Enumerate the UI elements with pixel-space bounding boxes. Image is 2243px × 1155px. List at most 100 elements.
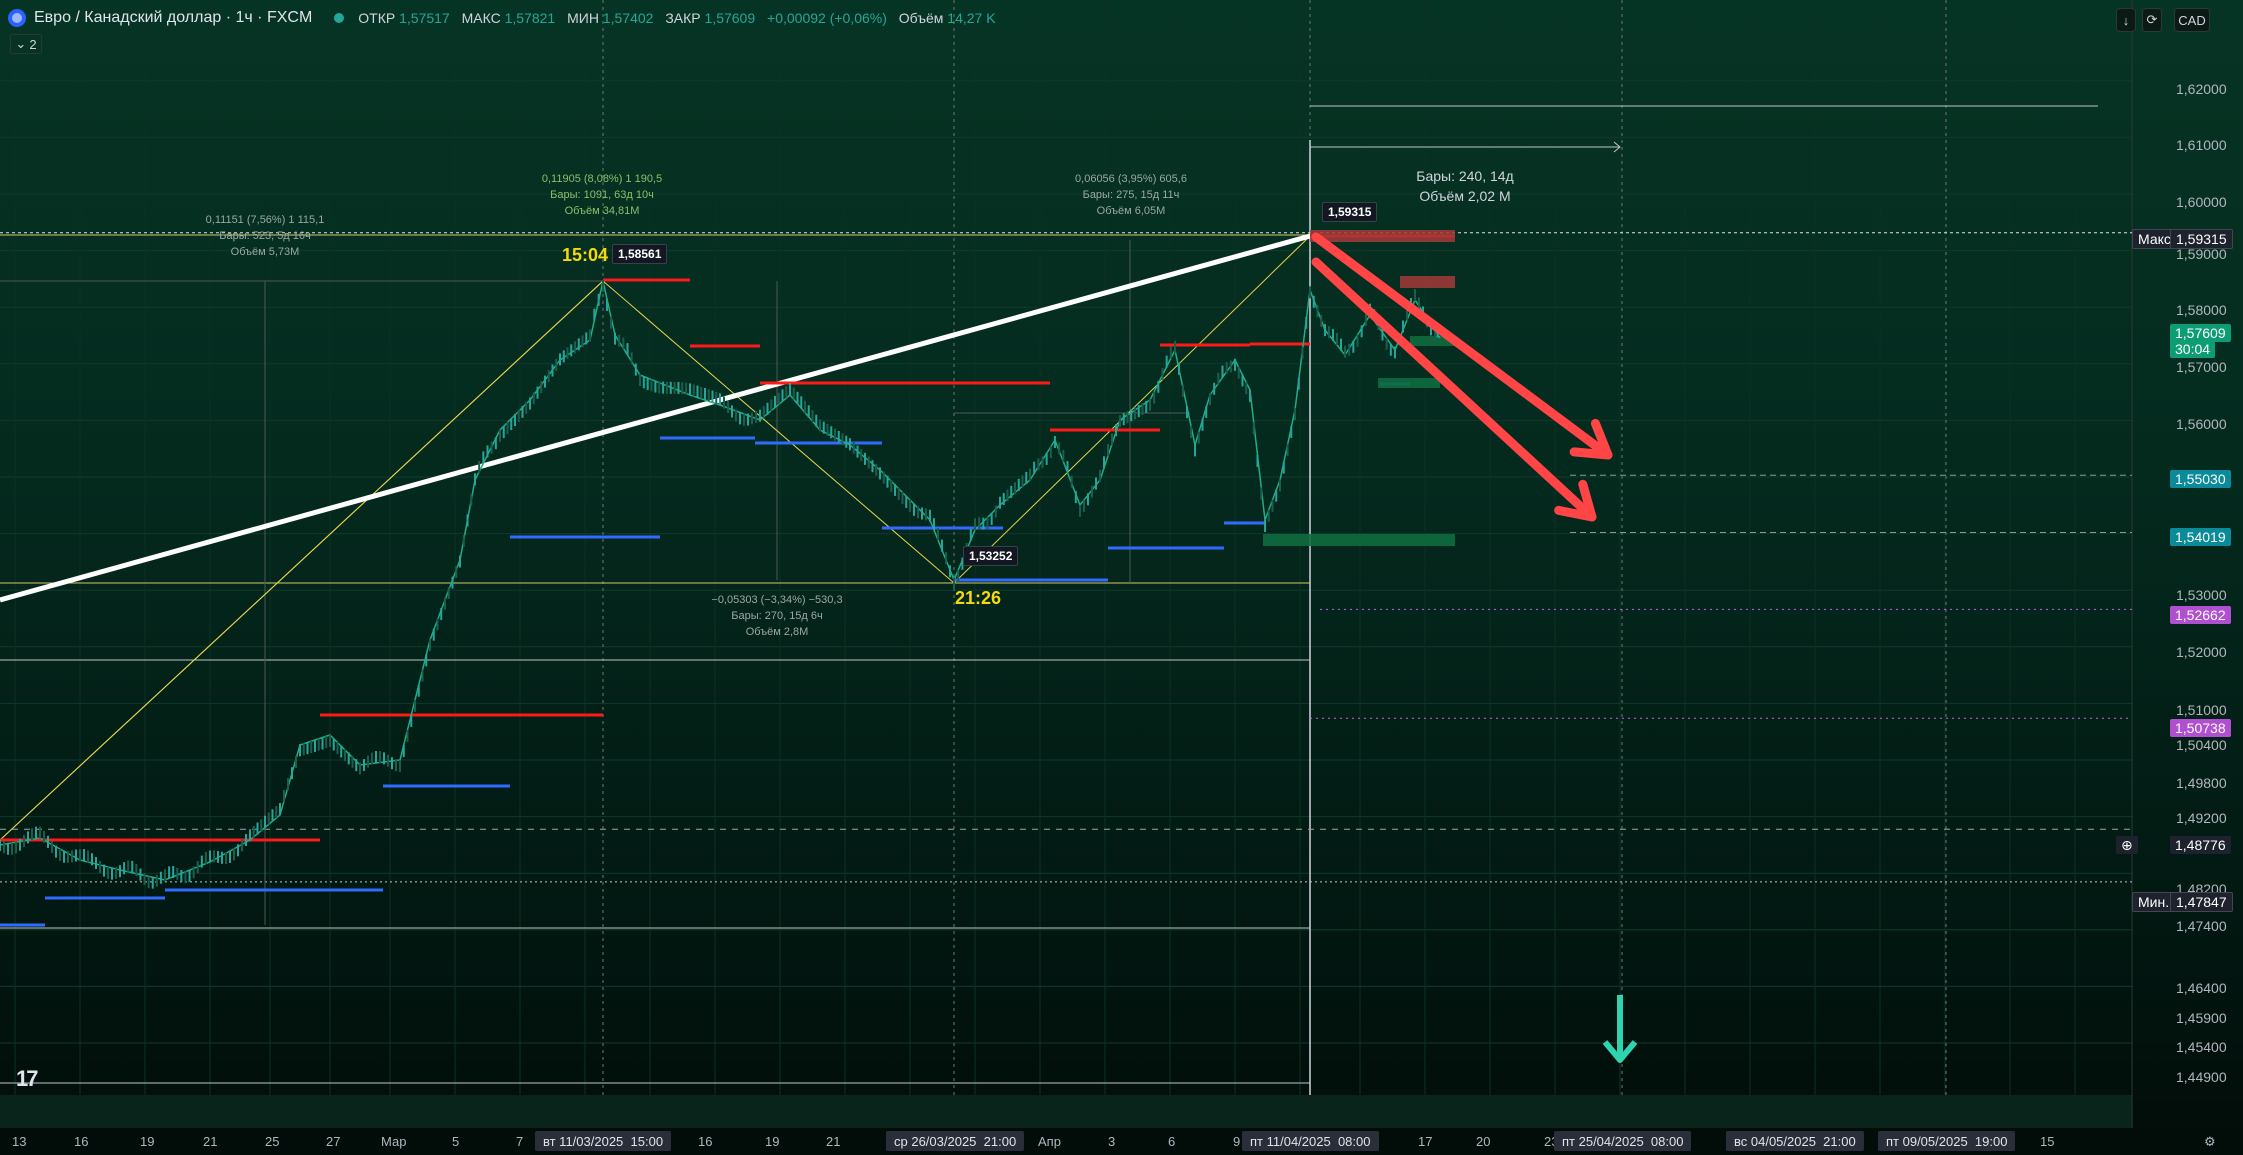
measure3-line2: Бары: 275, 15д 11ч xyxy=(1082,189,1180,201)
time-label: 21 xyxy=(826,1134,841,1149)
time-label: 3 xyxy=(1108,1134,1116,1149)
price-label: 1,56000 xyxy=(2176,416,2227,432)
price-label: 1,45400 xyxy=(2176,1039,2227,1055)
time-label: 16 xyxy=(74,1134,89,1149)
time-label-trough: 21:26 xyxy=(955,588,1002,608)
time-badge-date: вт 11/03/2025 xyxy=(543,1133,624,1149)
price-series xyxy=(0,279,1441,889)
crosshair-price-badge: 1,48776 xyxy=(2170,836,2231,854)
time-scale-strip xyxy=(0,1095,2132,1128)
open-label: ОТКР xyxy=(358,10,396,26)
time-label-peak: 15:04 xyxy=(562,245,609,265)
measure1-line2: Бары: 523, 5д 16ч xyxy=(219,230,311,242)
price-label: 1,57000 xyxy=(2176,359,2227,375)
level-badge-3: 1,52662 xyxy=(2170,606,2231,624)
time-label: 15 xyxy=(2040,1134,2055,1149)
low-label: МИН xyxy=(567,10,599,26)
chart-canvas[interactable] xyxy=(0,0,2243,1128)
measure1-line1: 0,11151 (7,56%) 1 115,1 xyxy=(205,214,325,226)
time-badge-date: пт 25/04/2025 xyxy=(1562,1133,1644,1149)
measure4-line3: Объём 2,8M xyxy=(745,626,809,638)
time-label: 6 xyxy=(1168,1134,1176,1149)
bar-countdown-badge: 30:04 xyxy=(2170,340,2216,358)
time-badge-time: 21:00 xyxy=(983,1133,1017,1149)
time-label: 16 xyxy=(698,1134,713,1149)
time-label: 25 xyxy=(265,1134,280,1149)
ohlc-values: ОТКР 1,57517 МАКС 1,57821 МИН 1,57402 ЗА… xyxy=(358,10,995,26)
download-icon: ↓ xyxy=(2122,12,2130,28)
tradingview-logo[interactable]: 17 xyxy=(16,1066,39,1092)
crosshair-add-icon[interactable]: ⊕ xyxy=(2116,836,2138,854)
indicators-count: 2 xyxy=(29,36,37,52)
time-badge-1: вт 11/03/2025 15:00 xyxy=(535,1131,672,1151)
time-label: 27 xyxy=(326,1134,341,1149)
max-badge: 1,59315 xyxy=(2170,229,2233,249)
price-label: 1,60000 xyxy=(2176,194,2227,210)
zigzag-line xyxy=(0,280,604,841)
price-label: 1,46400 xyxy=(2176,980,2227,996)
time-label: 13 xyxy=(12,1134,27,1149)
time-scale[interactable]: 13 16 19 21 25 27 Мар 5 7 16 19 21 Апр 3… xyxy=(0,1128,2243,1155)
time-badge-3: пт 11/04/2025 08:00 xyxy=(1242,1131,1379,1151)
level-badge-1: 1,55030 xyxy=(2170,470,2231,488)
time-label: 20 xyxy=(1476,1134,1491,1149)
volume-label: Объём xyxy=(898,10,944,26)
measure2-line2: Бары: 1091, 63д 10ч xyxy=(550,189,654,201)
symbol-title[interactable]: Евро / Канадский доллар · 1ч · FXCM xyxy=(34,9,312,27)
high-value: 1,57821 xyxy=(504,10,556,26)
time-label: Мар xyxy=(381,1134,407,1149)
symbol-flag-icon xyxy=(8,9,26,27)
time-badge-2: ср 26/03/2025 21:00 xyxy=(886,1131,1025,1151)
level-badge-2: 1,54019 xyxy=(2170,528,2231,546)
indicators-toggle[interactable]: ⌄ 2 xyxy=(10,34,42,54)
measure4-line2: Бары: 270, 15д 6ч xyxy=(731,610,823,622)
measure2-line1: 0,11905 (8,08%) 1 190,5 xyxy=(541,173,663,185)
measure3-line3: Объём 6,05M xyxy=(1096,205,1166,217)
arrow-drawings xyxy=(1311,141,1638,1063)
time-badge-time: 08:00 xyxy=(1337,1133,1371,1149)
measure-note-3[interactable]: 0,06056 (3,95%) 605,6 Бары: 275, 15д 11ч… xyxy=(1056,171,1206,219)
measure-note-4[interactable]: −0,05303 (−3,34%) −530,3 Бары: 270, 15д … xyxy=(702,592,852,640)
symbol-legend[interactable]: Евро / Канадский доллар · 1ч · FXCM ОТКР… xyxy=(8,6,996,30)
time-badge-time: 21:00 xyxy=(1823,1133,1856,1149)
price-label: 1,47400 xyxy=(2176,918,2227,934)
price-label: 1,53000 xyxy=(2176,587,2227,603)
measure-note-2[interactable]: 0,11905 (8,08%) 1 190,5 Бары: 1091, 63д … xyxy=(527,171,677,219)
time-badge-date: пт 09/05/2025 xyxy=(1886,1133,1968,1149)
range-volume: Объём 2,02 M xyxy=(1419,188,1511,204)
price-label: 1,49200 xyxy=(2176,810,2227,826)
time-badge-time: 15:00 xyxy=(630,1133,664,1149)
price-label: 1,49800 xyxy=(2176,775,2227,791)
open-value: 1,57517 xyxy=(399,10,450,26)
time-badge-date: пт 11/04/2025 xyxy=(1250,1133,1331,1149)
close-label: ЗАКР xyxy=(665,10,701,26)
time-label: 7 xyxy=(516,1134,524,1149)
time-label: Апр xyxy=(1038,1134,1061,1149)
settings-gear-icon[interactable]: ⚙ xyxy=(2204,1134,2216,1150)
price-label: 1,62000 xyxy=(2176,81,2227,97)
price-line xyxy=(0,280,1441,881)
range-stats[interactable]: Бары: 240, 14д Объём 2,02 M xyxy=(1390,166,1540,206)
high-label: МАКС xyxy=(461,10,501,26)
supply-zone xyxy=(1400,276,1455,288)
market-status-icon xyxy=(334,13,345,23)
min-badge-label: Мин. xyxy=(2132,892,2176,912)
drawings-layer xyxy=(0,0,2132,1095)
measure-note-1[interactable]: 0,11151 (7,56%) 1 115,1 Бары: 523, 5д 16… xyxy=(190,212,340,260)
close-value: 1,57609 xyxy=(704,10,756,26)
volume-value: 14,27 K xyxy=(947,10,996,26)
time-badge-time: 08:00 xyxy=(1650,1133,1684,1149)
price-scale[interactable]: 1,62000 1,61000 1,60000 1,59000 1,58000 … xyxy=(2116,0,2243,1095)
level-badge-4: 1,50738 xyxy=(2170,719,2231,737)
high-price-callout: 1,59315 xyxy=(1322,202,1378,222)
price-label: 1,51000 xyxy=(2176,702,2227,718)
down-arrow-2-shaft xyxy=(1311,257,1597,522)
time-label: 17 xyxy=(1418,1134,1433,1149)
time-badge-time: 19:00 xyxy=(1974,1133,2008,1149)
time-badge-5: вс 04/05/2025 21:00 xyxy=(1726,1131,1864,1151)
trough-price-callout: 1,53252 xyxy=(963,546,1019,566)
measure4-line1: −0,05303 (−3,34%) −530,3 xyxy=(711,594,843,606)
range-bars: Бары: 240, 14д xyxy=(1416,168,1514,184)
time-badge-date: вс 04/05/2025 xyxy=(1734,1133,1816,1149)
price-label: 1,45900 xyxy=(2176,1010,2227,1026)
